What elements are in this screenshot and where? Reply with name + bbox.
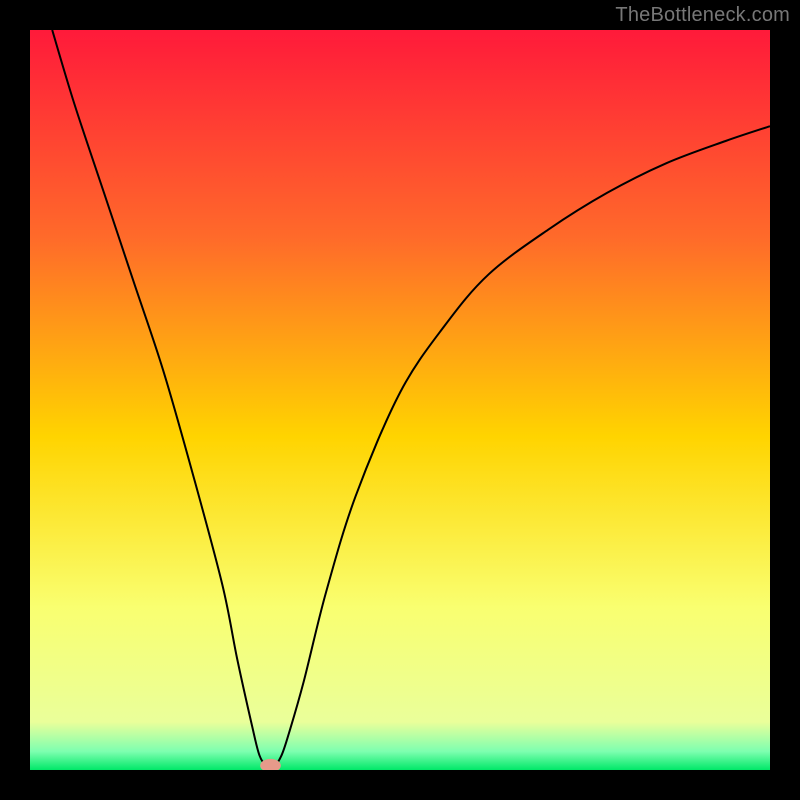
bottleneck-chart <box>30 30 770 770</box>
chart-background <box>30 30 770 770</box>
plot-frame <box>30 30 770 770</box>
watermark-text: TheBottleneck.com <box>615 4 790 27</box>
